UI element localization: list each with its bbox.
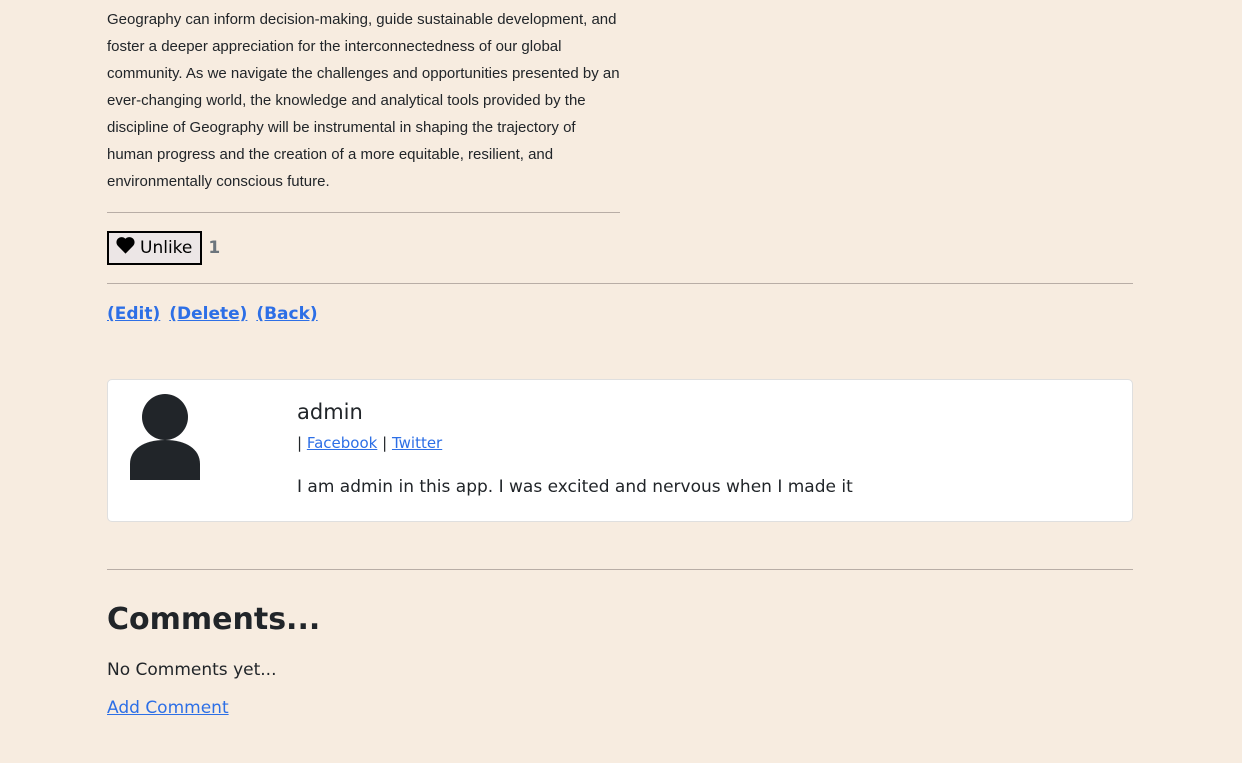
user-silhouette-icon	[130, 394, 200, 480]
comments-heading: Comments...	[107, 602, 321, 637]
add-comment-link[interactable]: Add Comment	[107, 696, 229, 720]
post-content: Geography can inform decision-making, gu…	[107, 0, 1133, 720]
article-divider	[107, 212, 620, 213]
back-link[interactable]: (Back)	[256, 304, 317, 324]
social-links: | Facebook | Twitter	[297, 433, 1112, 453]
article-paragraph: Geography can inform decision-making, gu…	[107, 11, 620, 190]
unlike-button[interactable]: Unlike	[107, 231, 203, 265]
twitter-link[interactable]: Twitter	[392, 434, 442, 452]
post-actions: (Edit) (Delete) (Back)	[107, 304, 1133, 328]
delete-link[interactable]: (Delete)	[169, 304, 247, 324]
article-text: Geography can inform decision-making, gu…	[107, 6, 620, 195]
separator: |	[297, 434, 303, 452]
author-info: admin | Facebook | Twitter I am admin in…	[297, 398, 1112, 499]
heart-icon	[116, 237, 135, 259]
author-bio: I am admin in this app. I was excited an…	[297, 477, 853, 497]
author-name: admin	[297, 400, 363, 424]
author-card: admin | Facebook | Twitter I am admin in…	[107, 379, 1133, 522]
facebook-link[interactable]: Facebook	[307, 434, 377, 452]
edit-link[interactable]: (Edit)	[107, 304, 160, 324]
no-comments-text: No Comments yet...	[107, 660, 277, 680]
like-count: 1	[208, 238, 221, 258]
separator: |	[382, 434, 388, 452]
divider	[107, 569, 1133, 570]
like-row: Unlike 1	[107, 231, 1133, 265]
unlike-label: Unlike	[140, 238, 193, 258]
divider	[107, 283, 1133, 284]
